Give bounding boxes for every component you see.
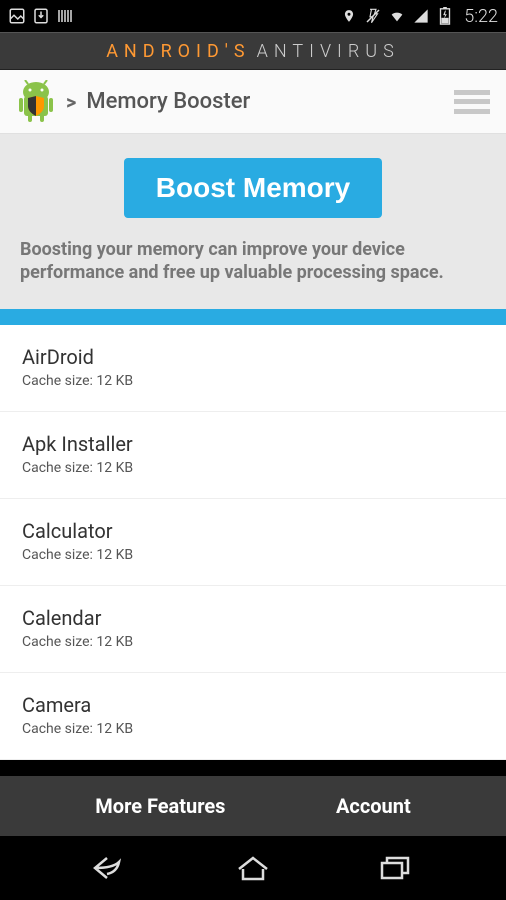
home-button[interactable] <box>233 852 273 884</box>
menu-icon[interactable] <box>454 90 490 114</box>
app-cache: Cache size: 12 KB <box>22 721 484 737</box>
status-left <box>8 7 74 25</box>
list-item[interactable]: Apk Installer Cache size: 12 KB <box>0 412 506 499</box>
app-header: > Memory Booster <box>0 70 506 134</box>
status-right: 5:22 <box>340 6 498 27</box>
list-item[interactable]: Calendar Cache size: 12 KB <box>0 586 506 673</box>
page-title: Memory Booster <box>86 89 250 114</box>
list-item[interactable]: Camera Cache size: 12 KB <box>0 673 506 760</box>
tab-account[interactable]: Account <box>336 794 411 818</box>
app-name: Camera <box>22 693 484 717</box>
app-name: AirDroid <box>22 345 484 369</box>
list-item[interactable]: AirDroid Cache size: 12 KB <box>0 325 506 412</box>
back-button[interactable] <box>91 852 131 884</box>
tab-more-features[interactable]: More Features <box>95 794 225 818</box>
android-shield-logo[interactable] <box>16 80 56 124</box>
location-icon <box>340 7 358 25</box>
breadcrumb-separator: > <box>66 90 76 114</box>
status-bar: 5:22 <box>0 0 506 32</box>
app-cache: Cache size: 12 KB <box>22 547 484 563</box>
brand-part1: ANDROID'S <box>106 41 250 62</box>
recent-apps-button[interactable] <box>375 852 415 884</box>
app-name: Apk Installer <box>22 432 484 456</box>
image-icon <box>8 7 26 25</box>
android-nav-bar <box>0 836 506 900</box>
brand-part2: ANTIVIRUS <box>257 41 400 62</box>
battery-icon <box>436 7 454 25</box>
vibrate-icon <box>364 7 382 25</box>
brand-bar: ANDROID'S ANTIVIRUS <box>0 32 506 70</box>
bottom-tabs: More Features Account <box>0 776 506 836</box>
app-list: AirDroid Cache size: 12 KB Apk Installer… <box>0 325 506 760</box>
divider <box>0 309 506 325</box>
app-cache: Cache size: 12 KB <box>22 634 484 650</box>
hero-description: Boosting your memory can improve your de… <box>20 238 486 285</box>
status-time: 5:22 <box>464 6 498 27</box>
app-name: Calculator <box>22 519 484 543</box>
barcode-icon <box>56 7 74 25</box>
hero-section: Boost Memory Boosting your memory can im… <box>0 134 506 309</box>
app-cache: Cache size: 12 KB <box>22 460 484 476</box>
list-item[interactable]: Calculator Cache size: 12 KB <box>0 499 506 586</box>
wifi-icon <box>388 7 406 25</box>
signal-icon <box>412 7 430 25</box>
boost-memory-button[interactable]: Boost Memory <box>124 158 382 218</box>
app-name: Calendar <box>22 606 484 630</box>
app-cache: Cache size: 12 KB <box>22 373 484 389</box>
download-icon <box>32 7 50 25</box>
